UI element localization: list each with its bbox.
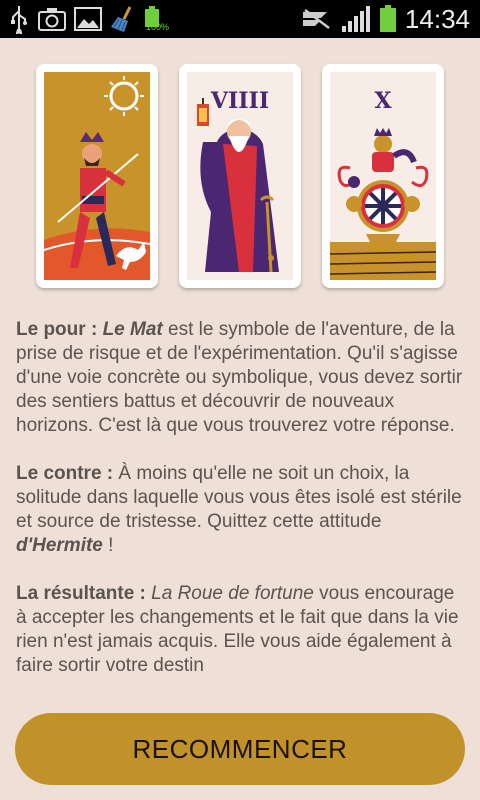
paragraph-contre: Le contre : À moins qu'elle ne soit un c… [16,462,468,558]
mute-icon [302,9,330,29]
camera-icon [38,8,66,31]
card-numeral: X [374,88,392,114]
label-contre: Le contre : [16,463,114,484]
signal-icon [341,6,370,32]
notification-icons [8,4,160,34]
card-le-mat[interactable] [36,64,158,288]
broom-icon [111,6,132,32]
label-pour: Le pour : [16,319,98,340]
paragraph-resultante: La résultante : La Roue de fortune vous … [16,582,468,678]
status-bar: 100% 14:34 [0,0,480,38]
card-numeral: VIIII [210,88,269,114]
card-name-roue: La Roue de fortune [151,583,314,604]
hermit-illustration: VIIII [187,72,293,280]
battery-percent-label: 100% [146,22,170,32]
label-resultante: La résultante : [16,583,146,604]
paragraph-pour: Le pour : Le Mat est le symbole de l'ave… [16,318,468,438]
usb-icon [11,6,27,34]
card-roue-de-fortune[interactable]: X [322,64,444,288]
text-contre-end: ! [102,535,114,556]
card-hermite[interactable]: VIIII [179,64,301,288]
tarot-cards: VIIII X [36,64,444,290]
system-icons: 14:34 [301,0,470,38]
gallery-icon [74,7,102,31]
wheel-illustration: X [330,72,436,280]
card-name-hermite: d'Hermite [16,535,103,556]
fool-illustration [44,72,150,280]
clock: 14:34 [404,3,470,34]
restart-button[interactable]: RECOMMENCER [15,713,465,785]
battery-icon [379,5,396,32]
interpretation-text: Le pour : Le Mat est le symbole de l'ave… [16,318,468,698]
card-name-mat: Le Mat [102,319,163,340]
